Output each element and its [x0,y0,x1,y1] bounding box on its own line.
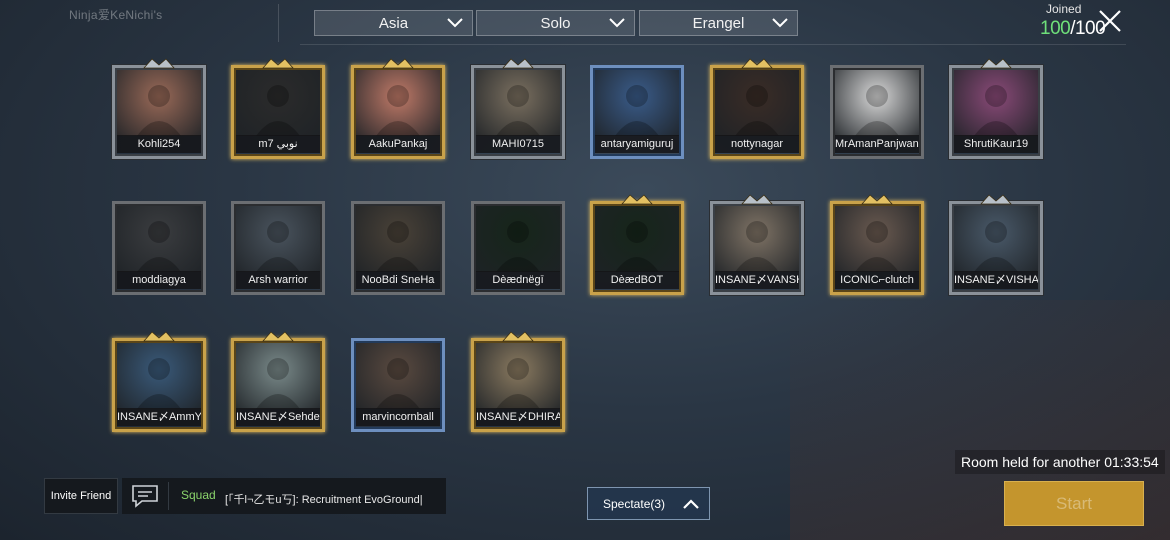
player-card[interactable]: ShrutiKaur19 [949,58,1043,159]
player-name: nottynagar [715,135,799,153]
close-icon[interactable] [1097,8,1123,34]
chevron-down-icon [609,18,625,28]
player-card[interactable]: Kohli254 [112,58,206,159]
player-card[interactable]: MrAmanPanjwani [830,65,924,159]
player-name: Dèædnëgī [476,271,560,289]
player-card[interactable]: INSANE〆AmmY [112,331,206,432]
spectate-button[interactable]: Spectate(3) [587,487,710,520]
player-card[interactable]: INSANE〆DHIRAj [471,331,565,432]
spectate-label: Spectate(3) [603,496,666,511]
player-card[interactable]: INSANE〆Sehdev [231,331,325,432]
invite-friend-button[interactable]: Invite Friend [44,478,118,514]
player-card[interactable]: marvincornball [351,338,445,432]
player-name: NooBdi SneHa [356,271,440,289]
player-card[interactable]: AakuPankaj [351,58,445,159]
player-name: MAHI0715 [476,135,560,153]
room-timer: Room held for another 01:33:54 [955,450,1165,474]
player-card[interactable]: DèædBOT [590,194,684,295]
player-card[interactable]: MAHI0715 [471,58,565,159]
joined-label: Joined [1046,2,1082,16]
player-name: ICONIC⌐clutch [835,271,919,289]
player-name: Kohli254 [117,135,201,153]
divider [300,44,1126,45]
player-name: antaryamiguruj [595,135,679,153]
map-dropdown[interactable]: Erangel [639,10,798,36]
region-dropdown[interactable]: Asia [314,10,473,36]
player-name: m7 نوبي [236,135,320,153]
player-card[interactable]: Dèædnëgī [471,201,565,295]
player-name: Arsh warrior [236,271,320,289]
divider [278,4,279,42]
chevron-up-icon [683,499,699,509]
player-name: INSANE〆AmmY [117,408,201,426]
watermark: Ninja爱KeNichi's [69,8,163,22]
player-name: INSANE〆DHIRAj [476,408,560,426]
player-name: INSANE〆VANSH [715,271,799,289]
player-card[interactable]: INSANE〆VANSH [710,194,804,295]
chevron-down-icon [447,18,463,28]
player-name: DèædBOT [595,271,679,289]
player-name: AakuPankaj [356,135,440,153]
player-name: MrAmanPanjwani [835,135,919,153]
player-card[interactable]: m7 نوبي [231,58,325,159]
chat-icon[interactable] [130,484,160,508]
chevron-down-icon [772,18,788,28]
divider [168,482,169,510]
player-card[interactable]: Arsh warrior [231,201,325,295]
joined-count: 100/100 [1040,18,1106,40]
mode-value: Solo [540,14,571,32]
chat-message: [「千l¬乙モu丂]: Recruitment EvoGround| [225,494,423,506]
player-name: marvincornball [356,408,440,426]
player-card[interactable]: antaryamiguruj [590,65,684,159]
player-card[interactable]: INSANE〆VISHAL [949,194,1043,295]
player-card[interactable]: moddiagya [112,201,206,295]
player-name: moddiagya [117,271,201,289]
player-name: INSANE〆Sehdev [236,408,320,426]
player-card[interactable]: ICONIC⌐clutch [830,194,924,295]
player-card[interactable]: NooBdi SneHa [351,201,445,295]
player-name: ShrutiKaur19 [954,135,1038,153]
player-card[interactable]: nottynagar [710,58,804,159]
map-value: Erangel [692,14,745,32]
start-button[interactable]: Start [1004,481,1144,526]
region-value: Asia [378,14,409,32]
mode-dropdown[interactable]: Solo [476,10,635,36]
player-name: INSANE〆VISHAL [954,271,1038,289]
joined-current: 100 [1040,18,1071,39]
chat-channel-label: Squad [181,488,216,502]
